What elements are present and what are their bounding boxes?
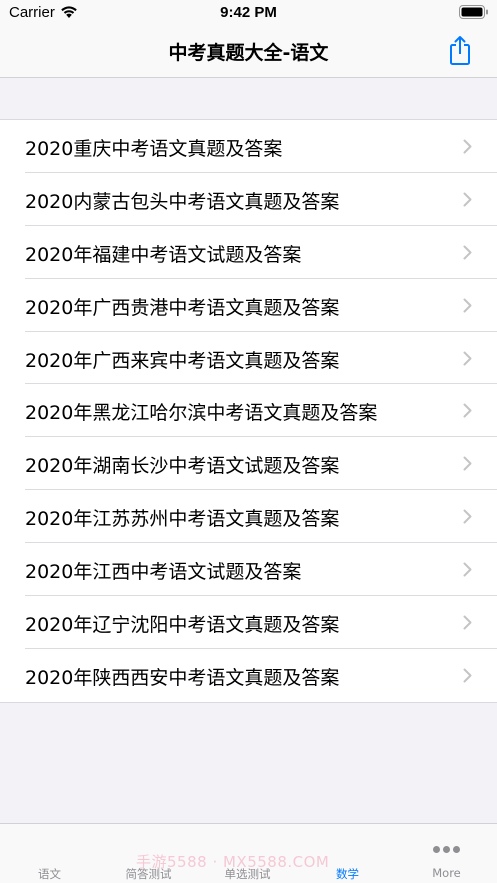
list-item-label: 2020年江西中考语文试题及答案 [25, 561, 302, 584]
share-icon[interactable] [447, 34, 473, 66]
navigation-bar: 中考真题大全-语文 [0, 28, 497, 78]
chevron-right-icon [463, 403, 472, 418]
tab-label: 数学 [336, 867, 359, 881]
chevron-right-icon [463, 509, 472, 524]
tab-item-2[interactable]: 单选测试 [198, 824, 297, 883]
exam-list: 2020重庆中考语文真题及答案 2020内蒙古包头中考语文真题及答案 2020年福建… [0, 119, 497, 703]
list-item[interactable]: 2020重庆中考语文真题及答案 [0, 120, 497, 173]
list-item-label: 2020年辽宁沈阳中考语文真题及答案 [25, 614, 340, 637]
chevron-right-icon [463, 298, 472, 313]
tab-label: 语文 [38, 867, 61, 881]
status-bar: Carrier 9:42 PM [0, 0, 497, 28]
chevron-right-icon [463, 456, 472, 471]
list-item[interactable]: 2020年福建中考语文试题及答案 [0, 226, 497, 279]
list-item-label: 2020年广西来宾中考语文真题及答案 [25, 349, 340, 372]
tab-item-1[interactable]: 简答测试 [99, 824, 198, 883]
list-item-label: 2020年福建中考语文试题及答案 [25, 243, 302, 266]
list-item-label: 2020年陕西西安中考语文真题及答案 [25, 666, 340, 689]
list-item-label: 2020年广西贵港中考语文真题及答案 [25, 296, 340, 319]
list-item[interactable]: 2020内蒙古包头中考语文真题及答案 [0, 173, 497, 226]
list-item[interactable]: 2020年广西贵港中考语文真题及答案 [0, 279, 497, 332]
list-item[interactable]: 2020年陕西西安中考语文真题及答案 [0, 649, 497, 702]
more-icon [397, 838, 496, 857]
chevron-right-icon [463, 139, 472, 154]
battery-icon [459, 5, 488, 19]
tab-more[interactable]: More [397, 824, 496, 883]
chevron-right-icon [463, 615, 472, 630]
list-item[interactable]: 2020年江西中考语文试题及答案 [0, 543, 497, 597]
tab-label: 简答测试 [125, 867, 172, 881]
list-item-label: 2020内蒙古包头中考语文真题及答案 [25, 190, 340, 213]
list-item[interactable]: 2020年江苏苏州中考语文真题及答案 [0, 490, 497, 544]
tab-item-3[interactable]: 数学 [298, 824, 397, 883]
list-item[interactable]: 2020年广西来宾中考语文真题及答案 [0, 332, 497, 385]
tab-bar: 手游5588 · MX5588.COM 语文 简答测试 单选测试 数学 More [0, 823, 497, 883]
chevron-right-icon [463, 668, 472, 683]
list-item-label: 2020年黑龙江哈尔滨中考语文真题及答案 [25, 402, 378, 425]
chevron-right-icon [463, 192, 472, 207]
list-item[interactable]: 2020年黑龙江哈尔滨中考语文真题及答案 [0, 384, 497, 438]
tab-label: 单选测试 [224, 867, 271, 881]
status-time: 9:42 PM [220, 4, 277, 21]
page-title: 中考真题大全-语文 [168, 42, 329, 64]
tab-label: More [432, 866, 461, 880]
chevron-right-icon [463, 562, 472, 577]
tab-item-0[interactable]: 语文 [0, 824, 99, 883]
list-item[interactable]: 2020年辽宁沈阳中考语文真题及答案 [0, 596, 497, 649]
list-item-label: 2020重庆中考语文真题及答案 [25, 138, 283, 160]
list-item-label: 2020年湖南长沙中考语文试题及答案 [25, 455, 340, 478]
list-item[interactable]: 2020年湖南长沙中考语文试题及答案 [0, 437, 497, 491]
chevron-right-icon [463, 245, 472, 260]
list-item-label: 2020年江苏苏州中考语文真题及答案 [25, 508, 340, 531]
chevron-right-icon [463, 351, 472, 366]
